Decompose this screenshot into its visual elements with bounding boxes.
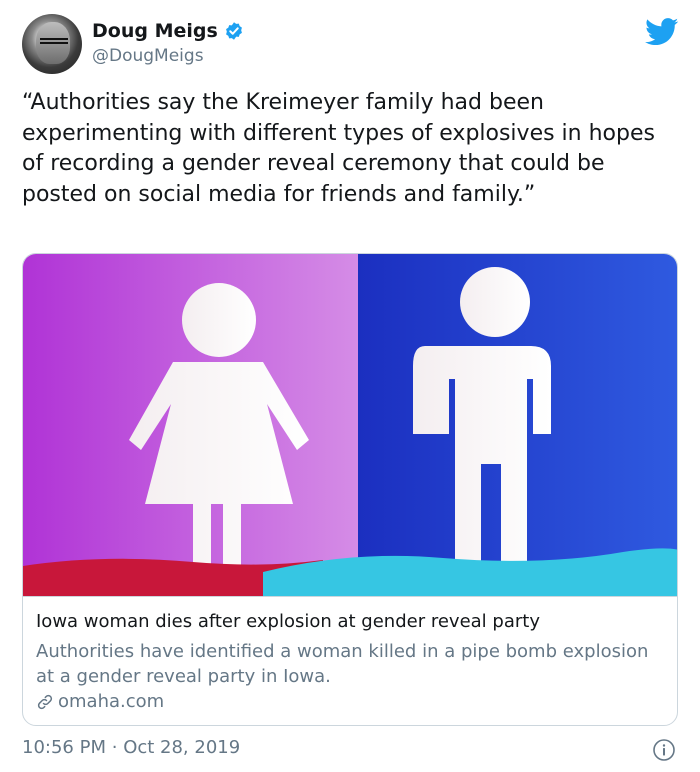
verified-badge-icon [225, 22, 242, 40]
card-body[interactable]: Iowa woman dies after explosion at gende… [23, 596, 677, 725]
tweet: Doug Meigs @DougMeigs “Authorities say t… [0, 0, 700, 772]
twitter-bird-icon[interactable] [645, 18, 679, 46]
tweet-timestamp[interactable]: 10:56 PM · Oct 28, 2019 [22, 737, 240, 758]
link-card[interactable]: Iowa woman dies after explosion at gende… [22, 253, 678, 726]
card-image[interactable] [23, 254, 677, 596]
link-icon [37, 694, 53, 709]
avatar[interactable] [22, 14, 82, 74]
card-description: Authorities have identified a woman kill… [36, 641, 649, 687]
card-title[interactable]: Iowa woman dies after explosion at gende… [36, 611, 540, 632]
tweet-text: “Authorities say the Kreimeyer family ha… [22, 90, 655, 207]
author-name[interactable]: Doug Meigs [92, 20, 218, 42]
card-domain-text[interactable]: omaha.com [58, 691, 164, 712]
author-handle[interactable]: @DougMeigs [92, 46, 204, 66]
meta-separator: · [111, 737, 118, 758]
card-domain[interactable]: omaha.com [36, 691, 164, 712]
tweet-time[interactable]: 10:56 PM [22, 737, 106, 758]
author-name-row[interactable]: Doug Meigs [92, 20, 244, 42]
info-icon[interactable] [652, 738, 676, 762]
tweet-date[interactable]: Oct 28, 2019 [123, 737, 240, 758]
